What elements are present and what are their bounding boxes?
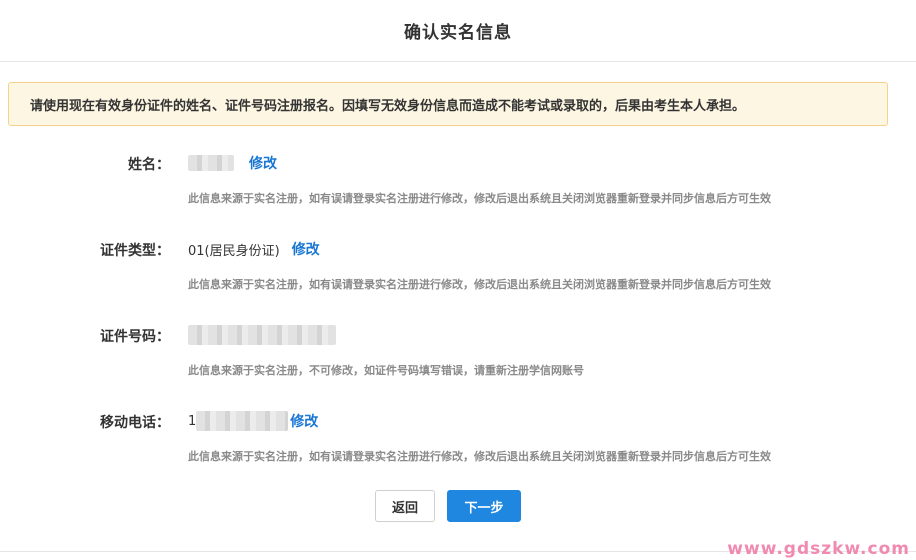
field-id-number-value <box>188 325 336 345</box>
mobile-redaction-mask <box>196 411 289 431</box>
field-mobile-hint: 此信息来源于实名注册，如有误请登录实名注册进行修改，修改后退出系统且关闭浏览器重… <box>188 450 771 463</box>
field-name-value: 修改 <box>188 153 277 173</box>
notice-banner: 请使用现在有效身份证件的姓名、证件号码注册报名。因填写无效身份信息而造成不能考试… <box>8 82 888 126</box>
field-id-type-hint: 此信息来源于实名注册，如有误请登录实名注册进行修改，修改后退出系统且关闭浏览器重… <box>188 278 771 291</box>
page: 确认实名信息 请使用现在有效身份证件的姓名、证件号码注册报名。因填写无效身份信息… <box>0 0 916 560</box>
next-step-button[interactable]: 下一步 <box>447 490 521 522</box>
watermark: www.gdszkw.com <box>727 539 910 559</box>
page-title: 确认实名信息 <box>404 23 512 43</box>
edit-id-type-button[interactable]: 修改 <box>292 239 320 259</box>
name-redaction-mask <box>188 155 234 171</box>
edit-mobile-button[interactable]: 修改 <box>290 411 318 431</box>
field-mobile-label: 移动电话： <box>100 415 170 431</box>
field-name-label: 姓名： <box>128 157 170 173</box>
field-id-type-value: 01(居民身份证) 修改 <box>188 239 320 259</box>
id-number-redaction-mask <box>188 325 336 345</box>
edit-name-button[interactable]: 修改 <box>249 153 277 173</box>
field-name-hint: 此信息来源于实名注册，如有误请登录实名注册进行修改，修改后退出系统且关闭浏览器重… <box>188 192 771 205</box>
field-id-number-hint: 此信息来源于实名注册，不可修改，如证件号码填写错误，请重新注册学信网账号 <box>188 364 584 377</box>
notice-text: 请使用现在有效身份证件的姓名、证件号码注册报名。因填写无效身份信息而造成不能考试… <box>30 98 746 114</box>
back-button[interactable]: 返回 <box>375 490 435 522</box>
page-header: 确认实名信息 <box>0 0 916 62</box>
field-mobile-value: 1 修改 <box>188 411 318 431</box>
field-id-type-label: 证件类型： <box>100 243 170 259</box>
field-id-number-label: 证件号码： <box>100 329 170 345</box>
